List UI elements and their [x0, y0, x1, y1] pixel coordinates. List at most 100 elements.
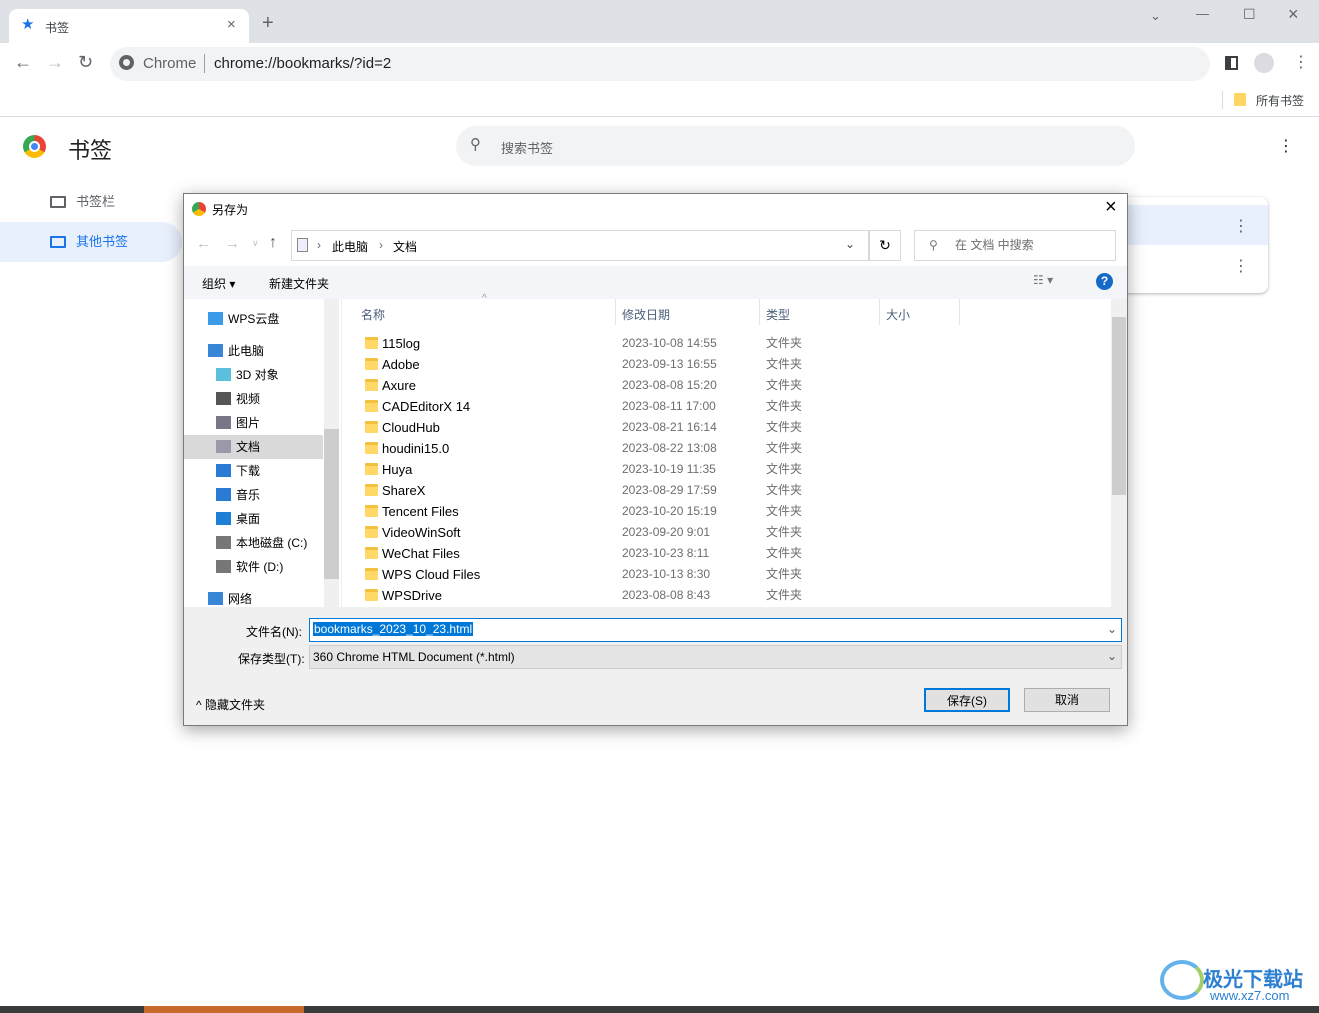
- nav-item[interactable]: 此电脑: [184, 339, 323, 363]
- file-row[interactable]: WPS Cloud Files 2023-10-13 8:30 文件夹: [341, 564, 1111, 585]
- chevron-down-icon[interactable]: ⌄: [1107, 649, 1117, 663]
- file-row[interactable]: WPSDrive 2023-08-08 8:43 文件夹: [341, 585, 1111, 606]
- file-row[interactable]: Axure 2023-08-08 15:20 文件夹: [341, 375, 1111, 396]
- close-tab-icon[interactable]: ×: [227, 16, 236, 33]
- nav-item[interactable]: 软件 (D:): [184, 555, 323, 579]
- address-breadcrumb[interactable]: › 此电脑 › 文档 ⌄: [291, 230, 869, 261]
- folder-search-input[interactable]: ⚲ 在 文档 中搜索: [914, 230, 1116, 261]
- file-row[interactable]: WeChat Files 2023-10-23 8:11 文件夹: [341, 543, 1111, 564]
- video-icon: [216, 392, 231, 405]
- tab-bookmarks[interactable]: ★ 书签 ×: [9, 9, 249, 43]
- close-window-icon[interactable]: ×: [1288, 4, 1299, 25]
- search-icon: ⚲: [929, 238, 938, 252]
- folder-icon: [50, 236, 66, 248]
- refresh-icon[interactable]: ↻: [869, 230, 901, 261]
- nav-item[interactable]: 图片: [184, 411, 323, 435]
- dialog-toolbar: 组织 ▾ 新建文件夹 ☷ ▾ ?: [184, 266, 1127, 299]
- cloud-icon: [208, 312, 223, 325]
- sidebar-item-other-bookmarks[interactable]: 其他书签: [0, 222, 182, 262]
- file-row[interactable]: 115log 2023-10-08 14:55 文件夹: [341, 333, 1111, 354]
- forward-icon[interactable]: →: [46, 52, 64, 73]
- file-row[interactable]: Tencent Files 2023-10-20 15:19 文件夹: [341, 501, 1111, 522]
- address-prefix: Chrome: [143, 55, 197, 72]
- menu-icon[interactable]: ⋮: [1293, 52, 1309, 72]
- file-row[interactable]: VideoWinSoft 2023-09-20 9:01 文件夹: [341, 522, 1111, 543]
- file-row[interactable]: Huya 2023-10-19 11:35 文件夹: [341, 459, 1111, 480]
- file-row[interactable]: ShareX 2023-08-29 17:59 文件夹: [341, 480, 1111, 501]
- dialog-title: 另存为: [212, 203, 249, 217]
- sidebar-item-bookmarks-bar[interactable]: 书签栏: [0, 182, 182, 222]
- more-options-icon[interactable]: ⋮: [1278, 136, 1294, 156]
- column-header-name[interactable]: 名称: [361, 306, 385, 323]
- chevron-up-icon: ^: [196, 698, 202, 712]
- new-folder-button[interactable]: 新建文件夹: [269, 275, 329, 292]
- address-dropdown-icon[interactable]: ⌄: [845, 237, 855, 251]
- view-options-icon[interactable]: ☷ ▾: [1033, 273, 1053, 287]
- chrome-icon: [119, 55, 134, 70]
- music-icon: [216, 488, 231, 501]
- nav-item[interactable]: 下载: [184, 459, 323, 483]
- watermark-logo: [1160, 960, 1204, 1000]
- folder-icon: [365, 442, 378, 454]
- address-bar[interactable]: Chrome chrome://bookmarks/?id=2: [110, 47, 1210, 81]
- close-dialog-icon[interactable]: ×: [1105, 196, 1117, 219]
- breadcrumb-this-pc[interactable]: 此电脑: [332, 238, 368, 255]
- search-bookmarks-input[interactable]: ⚲ 搜索书签: [456, 126, 1135, 166]
- nav-item[interactable]: 3D 对象: [184, 363, 323, 387]
- sort-ascending-icon: ^: [482, 293, 487, 304]
- file-list-scrollbar[interactable]: [1111, 299, 1127, 607]
- folder-icon: [365, 358, 378, 370]
- tab-strip: ★ 书签 × + ⌄ — ☐ ×: [0, 0, 1319, 43]
- up-icon[interactable]: ↑: [269, 234, 277, 252]
- nav-item[interactable]: 音乐: [184, 483, 323, 507]
- back-icon[interactable]: ←: [196, 235, 211, 252]
- folder-icon: [365, 400, 378, 412]
- nav-item[interactable]: WPS云盘: [184, 307, 323, 331]
- column-header-size[interactable]: 大小: [886, 306, 910, 323]
- folder-icon: [50, 196, 66, 208]
- file-row[interactable]: CADEditorX 14 2023-08-11 17:00 文件夹: [341, 396, 1111, 417]
- folder-icon: [365, 337, 378, 349]
- filename-input[interactable]: bookmarks_2023_10_23.html ⌄: [309, 618, 1122, 642]
- column-header-type[interactable]: 类型: [766, 306, 790, 323]
- side-panel-icon[interactable]: [1225, 56, 1238, 70]
- filetype-select[interactable]: 360 Chrome HTML Document (*.html) ⌄: [309, 645, 1122, 669]
- nav-scrollbar[interactable]: [324, 299, 339, 607]
- nav-item[interactable]: 本地磁盘 (C:): [184, 531, 323, 555]
- folder-icon: [365, 589, 378, 601]
- tab-search-icon[interactable]: ⌄: [1150, 8, 1161, 24]
- file-row[interactable]: houdini15.0 2023-08-22 13:08 文件夹: [341, 438, 1111, 459]
- star-icon: ★: [21, 16, 35, 33]
- save-button[interactable]: 保存(S): [924, 688, 1010, 712]
- breadcrumb-documents[interactable]: 文档: [393, 238, 417, 255]
- watermark-url: www.xz7.com: [1210, 988, 1290, 1003]
- file-row[interactable]: CloudHub 2023-08-21 16:14 文件夹: [341, 417, 1111, 438]
- hide-folders-button[interactable]: ^ 隐藏文件夹: [196, 696, 265, 713]
- column-header-date[interactable]: 修改日期: [622, 306, 670, 323]
- maximize-icon[interactable]: ☐: [1243, 6, 1256, 23]
- network-icon: [208, 592, 223, 605]
- cancel-button[interactable]: 取消: [1024, 688, 1110, 712]
- file-row[interactable]: Adobe 2023-09-13 16:55 文件夹: [341, 354, 1111, 375]
- nav-item[interactable]: 视频: [184, 387, 323, 411]
- help-icon[interactable]: ?: [1096, 273, 1113, 290]
- tab-title: 书签: [45, 21, 70, 35]
- recent-dropdown-icon[interactable]: ∨: [252, 238, 259, 249]
- item-more-icon[interactable]: ⋮: [1233, 256, 1249, 276]
- item-more-icon[interactable]: ⋮: [1233, 216, 1249, 236]
- folder-icon: [365, 484, 378, 496]
- minimize-icon[interactable]: —: [1196, 6, 1209, 21]
- forward-icon[interactable]: →: [225, 235, 240, 252]
- reload-icon[interactable]: ↻: [78, 52, 93, 73]
- all-bookmarks-button[interactable]: 所有书签: [1256, 92, 1304, 109]
- back-icon[interactable]: ←: [14, 52, 32, 73]
- page-title: 书签: [68, 138, 113, 163]
- cube-icon: [216, 368, 231, 381]
- nav-item[interactable]: 文档: [184, 435, 323, 459]
- organize-button[interactable]: 组织 ▾: [202, 275, 235, 292]
- chevron-down-icon[interactable]: ⌄: [1107, 622, 1117, 636]
- new-tab-icon[interactable]: +: [262, 12, 274, 35]
- profile-avatar[interactable]: [1254, 53, 1274, 73]
- nav-item[interactable]: 桌面: [184, 507, 323, 531]
- computer-icon: [208, 344, 223, 357]
